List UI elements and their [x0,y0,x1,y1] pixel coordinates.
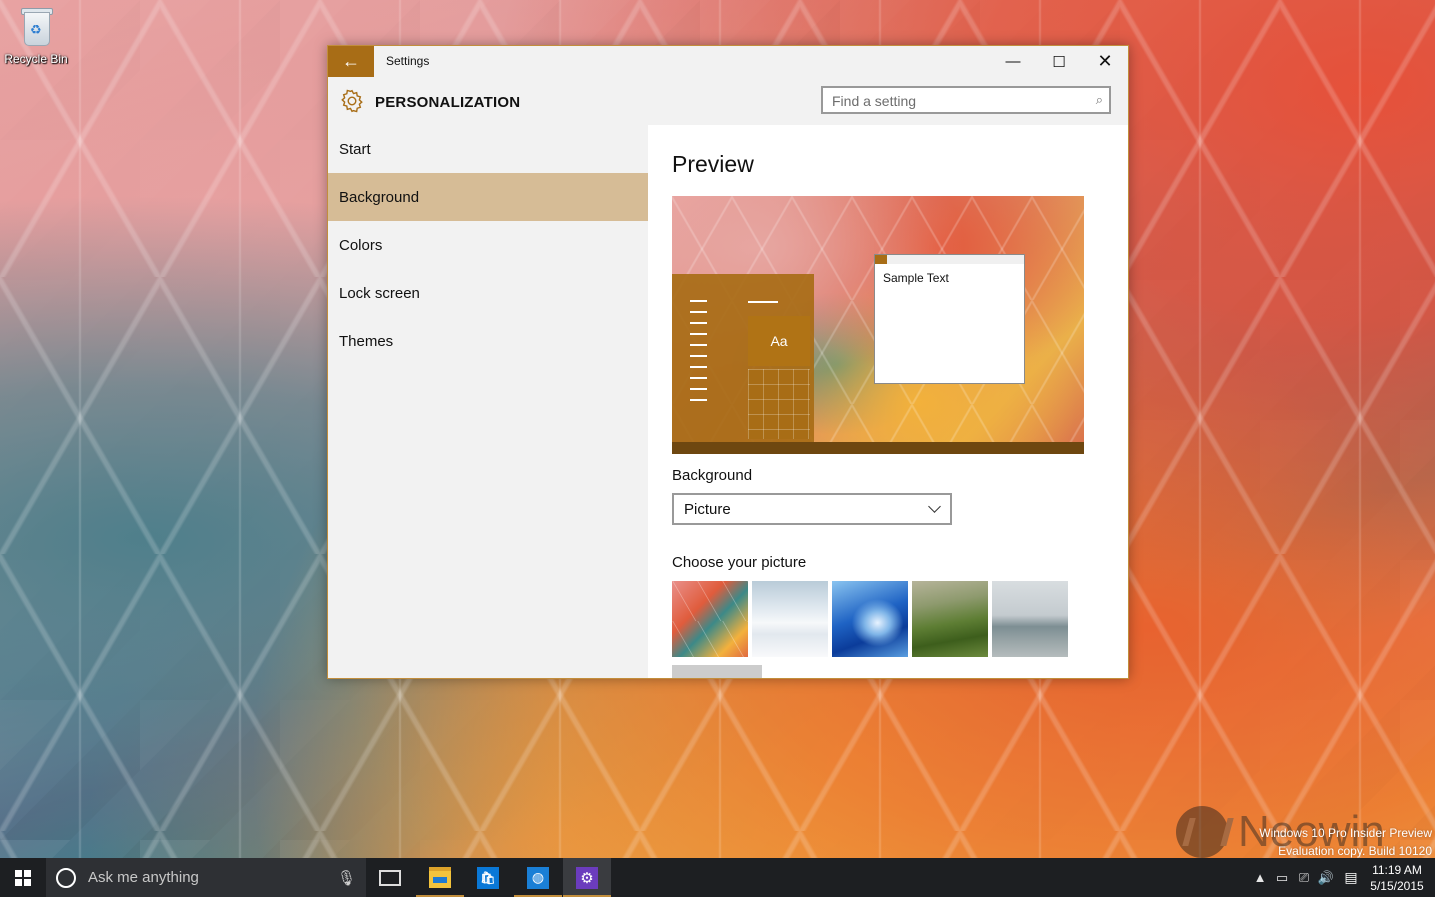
clock-time: 11:19 AM [1372,862,1422,877]
folder-icon [429,867,451,888]
settings-taskbar-button[interactable]: ⚙ [563,858,611,897]
settings-gear-icon: ⚙ [576,866,598,889]
window-title: Settings [386,54,430,68]
background-preview: Aa Sample Text [672,196,1084,454]
picture-thumbnail-mountains[interactable] [752,581,828,657]
background-type-dropdown[interactable]: Picture [672,493,952,525]
store-button[interactable]: 🛍 [464,858,512,897]
minimize-icon: — [1005,53,1021,70]
sidebar-item-start[interactable]: Start [328,125,648,173]
watermark-line-1: Windows 10 Pro Insider Preview [1259,826,1432,840]
windows-logo-icon [15,869,31,886]
preview-sample-text: Sample Text [883,271,949,285]
back-button[interactable]: ← [328,46,374,77]
maximize-icon: ☐ [1052,53,1066,71]
task-view-button[interactable] [366,858,414,897]
sidebar-item-lock-screen[interactable]: Lock screen [328,269,648,317]
picture-thumbnail-geometric[interactable] [672,581,748,657]
clock[interactable]: 11:19 AM 5/15/2015 [1365,862,1429,894]
volume-icon[interactable]: 🔊 [1315,870,1337,886]
browse-button[interactable] [672,665,762,678]
picture-thumbnails [672,581,1068,657]
taskbar: Ask me anything 🎙 🛍 ◍ ⚙ ▲ ▭ ⎚ 🔊 ▤ 11:19 … [0,858,1435,897]
build-watermark: Windows 10 Pro Insider Preview Evaluatio… [1259,824,1432,860]
choose-picture-label: Choose your picture [672,554,807,571]
recycle-bin-label: Recycle Bin [4,52,68,66]
chevron-down-icon [928,502,942,516]
dropdown-value: Picture [684,500,731,518]
preview-window: Sample Text [874,254,1025,384]
preview-taskbar [672,442,1084,454]
preview-heading: Preview [672,151,754,177]
maximize-button[interactable]: ☐ [1036,46,1082,77]
preview-tile: Aa [748,316,810,366]
title-bar[interactable]: ← Settings — ☐ ✕ [328,46,1128,77]
sidebar: Start Background Colors Lock screen Them… [328,125,648,678]
search-input[interactable] [823,88,1084,114]
preview-start-menu: Aa [672,274,814,442]
cortana-placeholder: Ask me anything [88,869,199,886]
gear-icon [341,89,363,113]
cortana-search-box[interactable]: Ask me anything 🎙 [46,858,366,897]
battery-icon[interactable]: ▭ [1271,870,1293,886]
header: PERSONALIZATION ⌕ [328,77,1128,125]
settings-window: ← Settings — ☐ ✕ PERSONALIZATION ⌕ Start… [327,45,1129,679]
cortana-icon [56,867,76,888]
page-title: PERSONALIZATION [375,94,521,111]
sidebar-item-background[interactable]: Background [328,173,648,221]
store-icon: 🛍 [477,866,499,889]
browser-button[interactable]: ◍ [514,858,562,897]
settings-search[interactable]: ⌕ [821,86,1111,114]
back-arrow-icon: ← [342,51,360,71]
sidebar-item-themes[interactable]: Themes [328,317,648,365]
clock-date: 5/15/2015 [1370,878,1424,893]
start-button[interactable] [0,858,46,897]
search-icon[interactable]: ⌕ [1096,92,1103,108]
globe-icon: ◍ [527,866,549,889]
sidebar-item-colors[interactable]: Colors [328,221,648,269]
preview-tile-grid [748,369,810,439]
picture-thumbnail-blue-abstract[interactable] [832,581,908,657]
picture-thumbnail-green-hills[interactable] [912,581,988,657]
task-view-icon [379,869,401,886]
show-hidden-icons-chevron-icon[interactable]: ▲ [1249,870,1271,885]
network-icon[interactable]: ⎚ [1293,870,1315,886]
main-content: Preview Aa Sample Text Background Pictur… [648,125,1128,678]
system-tray: ▲ ▭ ⎚ 🔊 ▤ 11:19 AM 5/15/2015 [1249,858,1435,897]
neowin-logo-icon [1176,806,1228,858]
picture-thumbnail-coastal-road[interactable] [992,581,1068,657]
recycle-bin-icon: ♻ [19,6,53,46]
minimize-button[interactable]: — [990,46,1036,77]
file-explorer-button[interactable] [416,858,464,897]
microphone-icon[interactable]: 🎙 [337,869,356,887]
recycle-bin-shortcut[interactable]: ♻ Recycle Bin [4,6,68,66]
close-button[interactable]: ✕ [1082,46,1128,77]
action-center-icon[interactable]: ▤ [1337,869,1365,886]
background-label: Background [672,467,753,484]
close-icon: ✕ [1097,51,1113,71]
